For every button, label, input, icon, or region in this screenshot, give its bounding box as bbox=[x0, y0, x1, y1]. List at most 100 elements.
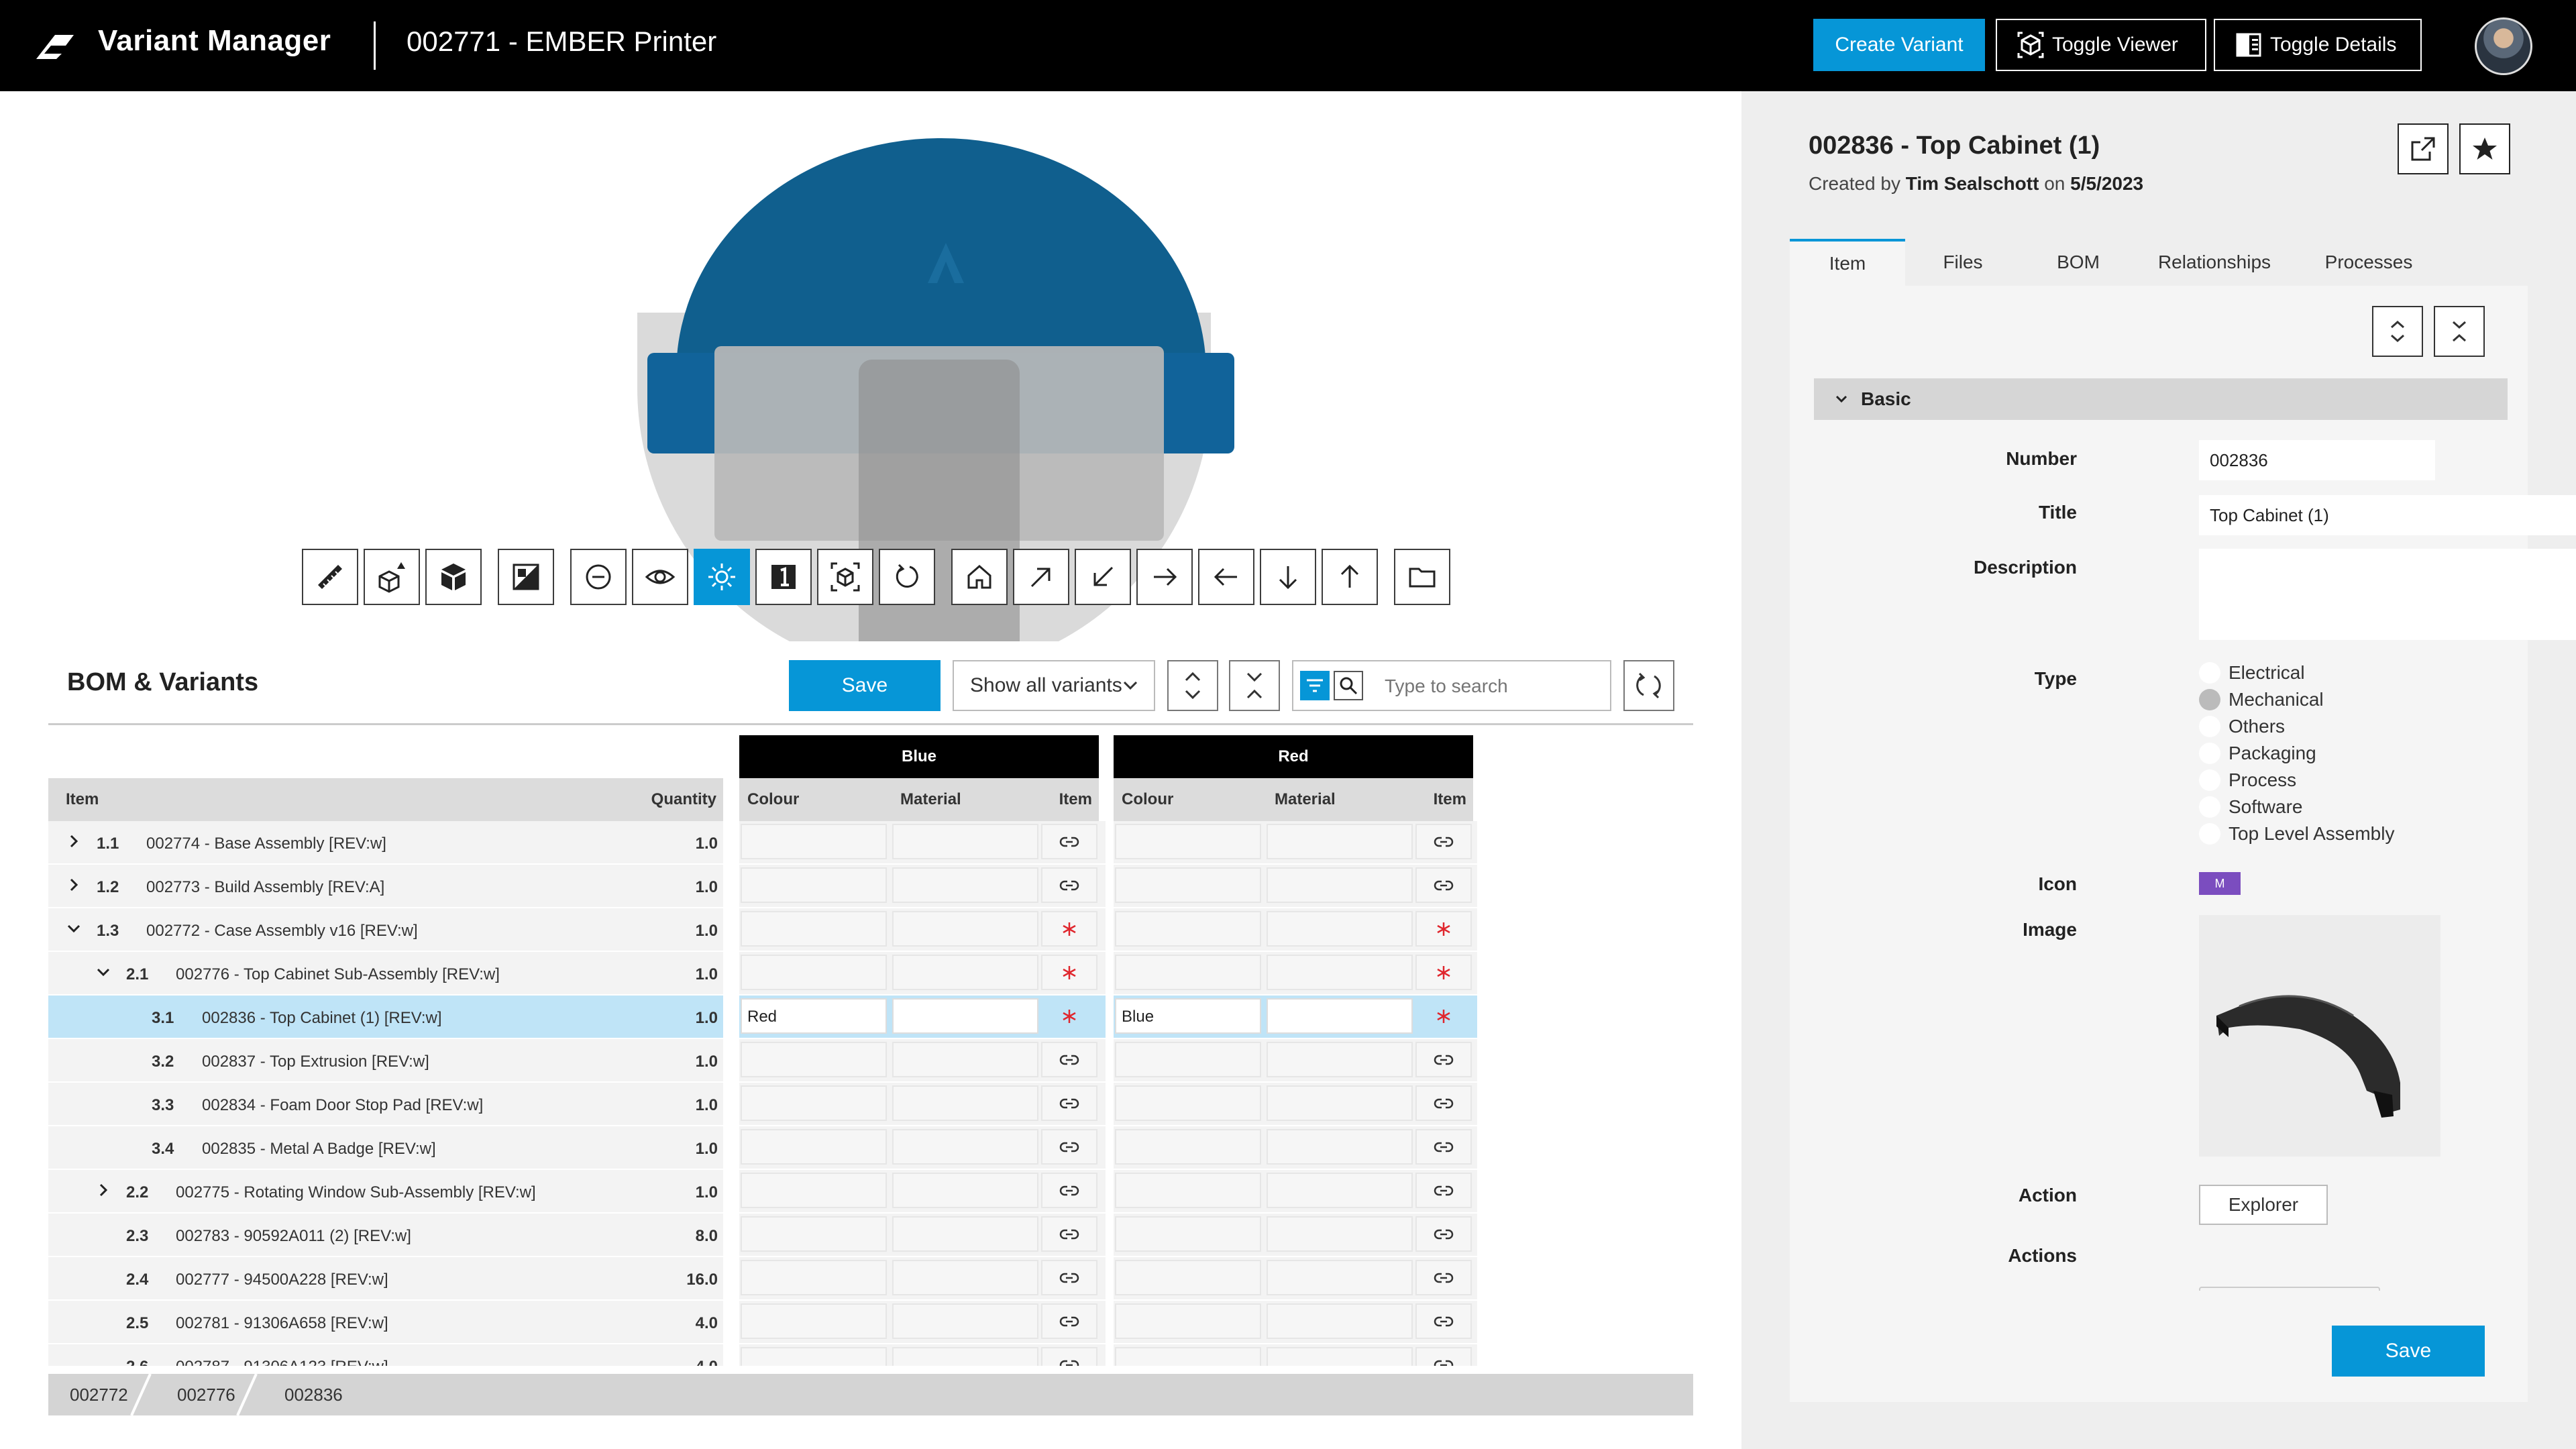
view-right-button[interactable] bbox=[1136, 549, 1193, 605]
open-external-button[interactable] bbox=[2398, 123, 2449, 174]
variant-filter-select[interactable]: Show all variants bbox=[953, 660, 1155, 711]
table-row[interactable]: 2.2 002775 - Rotating Window Sub-Assembly… bbox=[48, 1170, 1477, 1214]
expand-all-button[interactable] bbox=[1167, 660, 1218, 711]
material-cell[interactable] bbox=[892, 867, 1038, 903]
visibility-button[interactable] bbox=[632, 549, 688, 605]
colour-cell[interactable] bbox=[1115, 1260, 1261, 1295]
material-cell[interactable] bbox=[1267, 998, 1413, 1034]
material-cell[interactable] bbox=[892, 1173, 1038, 1208]
explorer-button[interactable]: Explorer bbox=[2199, 1185, 2328, 1225]
radio-button[interactable] bbox=[2199, 743, 2220, 764]
table-row[interactable]: 1.2 002773 - Build Assembly [REV:A] 1.0 bbox=[48, 865, 1477, 908]
material-cell[interactable] bbox=[892, 998, 1038, 1034]
chevron-down-icon[interactable] bbox=[67, 922, 80, 935]
item-link-cell[interactable] bbox=[1415, 1347, 1472, 1366]
chevron-right-icon[interactable] bbox=[67, 878, 80, 892]
table-row[interactable]: 3.4 002835 - Metal A Badge [REV:w] 1.0 bbox=[48, 1126, 1477, 1170]
tab-bom[interactable]: BOM bbox=[2021, 239, 2136, 286]
home-view-button[interactable] bbox=[951, 549, 1008, 605]
bookmark-button[interactable] bbox=[2459, 123, 2510, 174]
item-link-cell[interactable] bbox=[1041, 867, 1097, 903]
type-option[interactable]: Process bbox=[2199, 767, 2296, 794]
description-field[interactable] bbox=[2199, 549, 2576, 640]
item-link-cell[interactable] bbox=[1415, 1085, 1472, 1121]
item-link-cell[interactable] bbox=[1041, 1216, 1097, 1252]
table-row[interactable]: 2.5 002781 - 91306A658 [REV:w] 4.0 bbox=[48, 1301, 1477, 1344]
toggle-viewer-button[interactable]: Toggle Viewer bbox=[1996, 19, 2206, 71]
type-option[interactable]: Others bbox=[2199, 713, 2285, 740]
item-link-cell[interactable] bbox=[1041, 1085, 1097, 1121]
fit-to-view-button[interactable] bbox=[817, 549, 873, 605]
single-view-button[interactable] bbox=[755, 549, 812, 605]
tab-relationships[interactable]: Relationships bbox=[2136, 239, 2293, 286]
material-cell[interactable] bbox=[1267, 1260, 1413, 1295]
ruler-tool-button[interactable] bbox=[302, 549, 358, 605]
table-row[interactable]: 1.3 002772 - Case Assembly v16 [REV:w] 1.0 bbox=[48, 908, 1477, 952]
colour-cell[interactable] bbox=[741, 1129, 887, 1165]
tab-item[interactable]: Item bbox=[1790, 239, 1905, 286]
material-cell[interactable] bbox=[892, 1042, 1038, 1077]
type-option[interactable]: Mechanical bbox=[2199, 686, 2324, 713]
item-link-cell[interactable] bbox=[1415, 1173, 1472, 1208]
material-cell[interactable] bbox=[892, 1303, 1038, 1339]
item-link-cell[interactable] bbox=[1415, 1216, 1472, 1252]
radio-button[interactable] bbox=[2199, 662, 2220, 684]
search-input[interactable] bbox=[1385, 672, 1599, 700]
colour-cell[interactable] bbox=[741, 1260, 887, 1295]
item-link-cell[interactable] bbox=[1041, 1173, 1097, 1208]
material-cell[interactable] bbox=[1267, 955, 1413, 990]
item-link-cell[interactable] bbox=[1415, 1042, 1472, 1077]
tab-files[interactable]: Files bbox=[1905, 239, 2021, 286]
toggle-details-button[interactable]: Toggle Details bbox=[2214, 19, 2422, 71]
breadcrumb-item-current[interactable]: 002836 bbox=[284, 1374, 343, 1415]
search-button[interactable] bbox=[1334, 671, 1363, 700]
model-browser-button[interactable] bbox=[425, 549, 482, 605]
orbit-button[interactable] bbox=[879, 549, 935, 605]
view-left-button[interactable] bbox=[1198, 549, 1254, 605]
item-link-cell[interactable] bbox=[1415, 1129, 1472, 1165]
item-link-cell[interactable] bbox=[1041, 824, 1097, 859]
item-link-cell[interactable] bbox=[1041, 1347, 1097, 1366]
colour-cell[interactable] bbox=[741, 867, 887, 903]
material-cell[interactable] bbox=[1267, 1347, 1413, 1366]
basic-section-header[interactable]: Basic bbox=[1814, 378, 2508, 420]
material-cell[interactable] bbox=[1267, 867, 1413, 903]
table-row[interactable]: 1.1 002774 - Base Assembly [REV:w] 1.0 bbox=[48, 821, 1477, 865]
colour-cell[interactable] bbox=[741, 1303, 887, 1339]
colour-cell[interactable] bbox=[1115, 1303, 1261, 1339]
expand-sections-button[interactable] bbox=[2372, 306, 2423, 357]
breadcrumb-item[interactable]: 002776 bbox=[177, 1374, 235, 1415]
type-option[interactable]: Software bbox=[2199, 794, 2303, 820]
chevron-right-icon[interactable] bbox=[67, 835, 80, 848]
colour-cell[interactable] bbox=[741, 1085, 887, 1121]
radio-button[interactable] bbox=[2199, 716, 2220, 737]
item-link-cell[interactable] bbox=[1415, 955, 1472, 990]
colour-cell[interactable] bbox=[1115, 1129, 1261, 1165]
item-link-cell[interactable] bbox=[1041, 1303, 1097, 1339]
colour-cell[interactable] bbox=[1115, 1173, 1261, 1208]
item-link-cell[interactable] bbox=[1415, 998, 1472, 1034]
table-row[interactable]: 3.2 002837 - Top Extrusion [REV:w] 1.0 bbox=[48, 1039, 1477, 1083]
material-cell[interactable] bbox=[892, 1216, 1038, 1252]
material-cell[interactable] bbox=[1267, 911, 1413, 947]
filter-toggle-button[interactable] bbox=[1300, 671, 1330, 700]
table-row[interactable]: 2.6 002787 - 91306A123 [REV:w] 4.0 bbox=[48, 1344, 1477, 1366]
material-cell[interactable] bbox=[892, 1129, 1038, 1165]
material-cell[interactable] bbox=[1267, 1085, 1413, 1121]
colour-cell[interactable] bbox=[1115, 1347, 1261, 1366]
colour-cell[interactable]: Blue bbox=[1115, 998, 1261, 1034]
lighting-button[interactable] bbox=[694, 549, 750, 605]
material-cell[interactable] bbox=[1267, 824, 1413, 859]
radio-button[interactable] bbox=[2199, 689, 2220, 710]
material-cell[interactable] bbox=[892, 824, 1038, 859]
material-cell[interactable] bbox=[1267, 1042, 1413, 1077]
user-avatar[interactable] bbox=[2475, 17, 2532, 75]
table-row[interactable]: 3.3 002834 - Foam Door Stop Pad [REV:w] 1.… bbox=[48, 1083, 1477, 1126]
radio-button[interactable] bbox=[2199, 796, 2220, 818]
zoom-out-button[interactable] bbox=[570, 549, 627, 605]
model-viewer[interactable] bbox=[0, 91, 1741, 641]
colour-cell[interactable] bbox=[741, 1216, 887, 1252]
material-cell[interactable] bbox=[1267, 1303, 1413, 1339]
material-cell[interactable] bbox=[1267, 1173, 1413, 1208]
item-link-cell[interactable] bbox=[1041, 911, 1097, 947]
